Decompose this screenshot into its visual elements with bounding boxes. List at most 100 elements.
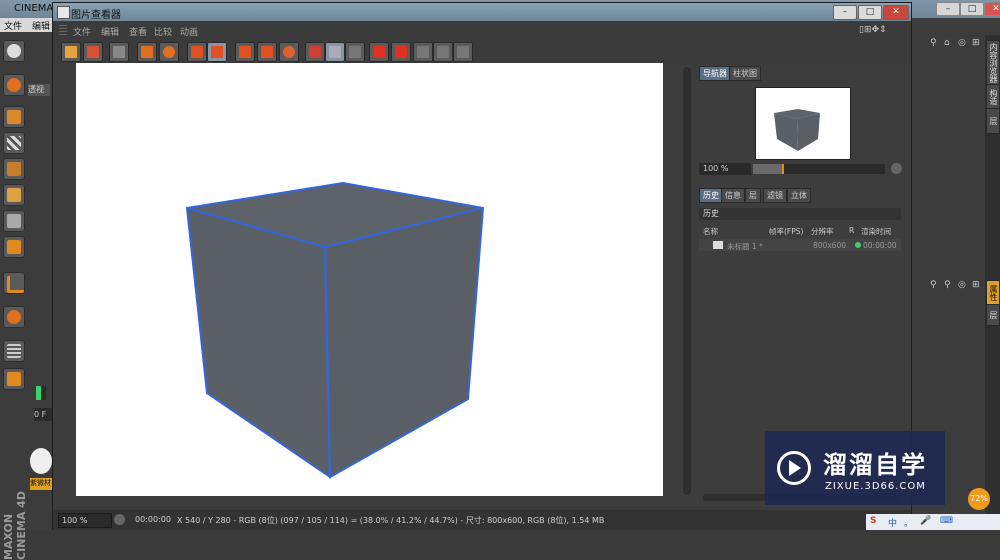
maximize-icon[interactable]: □: [960, 2, 984, 16]
frame-field[interactable]: 0 F: [34, 408, 52, 421]
rendered-cube-image: [185, 181, 485, 479]
magnet-icon[interactable]: [3, 306, 25, 328]
zoom-slider-fill: [753, 164, 783, 174]
maxon-logo: MAXON CINEMA 4D: [2, 491, 28, 560]
menu-compare[interactable]: 比较: [154, 25, 172, 38]
menu-view[interactable]: 查看: [129, 25, 147, 38]
col-fps[interactable]: 帧率(FPS): [769, 226, 803, 237]
navigator-thumbnail[interactable]: [755, 87, 851, 160]
history-header: 历史: [699, 208, 901, 220]
set-a-icon[interactable]: [369, 42, 389, 62]
layout-icon[interactable]: ▯⊞✥⇕: [859, 25, 887, 35]
render-user-icon[interactable]: [159, 42, 179, 62]
tab-layer[interactable]: 层: [986, 108, 1000, 134]
menu-edit[interactable]: 编辑: [101, 25, 119, 38]
viewport-label: 透视: [28, 84, 50, 96]
texture-icon[interactable]: [3, 158, 25, 180]
add-icon[interactable]: ⊞: [972, 280, 980, 290]
render-all-icon[interactable]: [279, 42, 299, 62]
navigator-zoom-field[interactable]: 100 %: [699, 163, 751, 175]
compare-right-icon[interactable]: [453, 42, 473, 62]
ime-lang[interactable]: 中: [888, 516, 897, 529]
keyboard-icon[interactable]: ⌨: [940, 516, 953, 526]
edge-mode-icon[interactable]: [3, 210, 25, 232]
paste-icon[interactable]: [207, 42, 227, 62]
open-icon[interactable]: [61, 42, 81, 62]
workplane-icon[interactable]: [3, 368, 25, 390]
tab-info[interactable]: 信息: [721, 188, 745, 203]
tab-navigator[interactable]: 导航器: [699, 66, 731, 81]
zoom-slider-knob[interactable]: [782, 164, 785, 174]
status-time: 00:00:00: [135, 515, 171, 524]
render-region-icon[interactable]: [137, 42, 157, 62]
zoom-icon[interactable]: ⚲: [944, 280, 951, 290]
split-icon[interactable]: [325, 42, 345, 62]
status-zoom-field[interactable]: 100 %: [58, 513, 112, 528]
menu-file[interactable]: 文件: [4, 19, 22, 32]
close-icon[interactable]: ✕: [883, 5, 909, 20]
minimize-icon[interactable]: –: [936, 2, 960, 16]
ime-icon[interactable]: S: [870, 516, 876, 526]
tab-filter[interactable]: 滤镜: [763, 188, 787, 203]
tab-content-browser[interactable]: 内容浏览器: [986, 40, 1000, 86]
play-icon[interactable]: [891, 163, 902, 174]
minimize-icon[interactable]: –: [833, 5, 857, 20]
save-icon[interactable]: [83, 42, 103, 62]
viewer-title-bar: 图片查看器 – □ ✕: [53, 3, 911, 21]
grid-icon[interactable]: [109, 42, 129, 62]
tab-attributes[interactable]: 属性: [986, 280, 1000, 306]
target-icon[interactable]: ◎: [958, 38, 966, 48]
cube-left-face: [185, 206, 332, 479]
compare-left-icon[interactable]: [413, 42, 433, 62]
mic-icon[interactable]: 🎤: [920, 516, 931, 526]
render-canvas[interactable]: [76, 63, 663, 496]
menu-edit[interactable]: 编辑: [32, 19, 50, 32]
vertical-scrollbar[interactable]: [683, 67, 691, 495]
search-icon[interactable]: ⚲: [930, 38, 937, 48]
watermark-title: 溜溜自学: [823, 451, 927, 479]
ime-punct[interactable]: 。: [904, 516, 913, 529]
swap-icon[interactable]: [345, 42, 365, 62]
status-bar: 100 % 00:00:00 X 540 / Y 280 - RGB (8位) …: [53, 510, 911, 530]
play-logo-icon: [777, 451, 811, 485]
play-icon[interactable]: [114, 514, 125, 525]
checker-icon[interactable]: [3, 132, 25, 154]
row-resolution: 800x600: [813, 241, 847, 250]
col-name[interactable]: 名称: [703, 226, 718, 237]
maximize-icon[interactable]: □: [858, 5, 882, 20]
compare-mid-icon[interactable]: [433, 42, 453, 62]
target-icon[interactable]: ◎: [958, 280, 966, 290]
right-toolbar-2: ⚲ ⚲ ◎ ⊞: [930, 280, 990, 294]
history-row[interactable]: 未标题 1 * 800x600 00:00:00: [699, 239, 901, 251]
material-preview[interactable]: [30, 448, 52, 474]
tab-layers[interactable]: 层: [745, 188, 761, 203]
app-menu-bar: 文件 编辑: [0, 18, 60, 32]
tab-histogram[interactable]: 柱状图: [729, 66, 761, 81]
search-icon[interactable]: ⚲: [930, 280, 937, 290]
navigator-zoom-slider[interactable]: [753, 164, 885, 174]
render-to-viewer-icon[interactable]: [235, 42, 255, 62]
home-icon[interactable]: ⌂: [944, 38, 950, 48]
globe-icon[interactable]: [3, 74, 25, 96]
set-b-icon[interactable]: [391, 42, 411, 62]
axis-icon[interactable]: [3, 272, 25, 294]
polygon-mode-icon[interactable]: [3, 236, 25, 258]
undo-icon[interactable]: [3, 40, 25, 62]
col-r[interactable]: R: [849, 226, 854, 235]
close-icon[interactable]: ✕: [984, 2, 1000, 16]
tab-structure[interactable]: 构造: [986, 84, 1000, 110]
menu-file[interactable]: 文件: [73, 25, 91, 38]
render-region-viewer-icon[interactable]: [257, 42, 277, 62]
point-mode-icon[interactable]: [3, 184, 25, 206]
col-render-time[interactable]: 渲染时间: [861, 226, 891, 237]
tab-history[interactable]: 历史: [699, 188, 723, 203]
add-icon[interactable]: ⊞: [972, 38, 980, 48]
compare-ab-icon[interactable]: [305, 42, 325, 62]
col-resolution[interactable]: 分辨率: [811, 226, 834, 237]
tab-stereo[interactable]: 立体: [787, 188, 811, 203]
grid-lock-icon[interactable]: [3, 340, 25, 362]
copy-icon[interactable]: [187, 42, 207, 62]
tab-layer-2[interactable]: 层: [986, 304, 1000, 326]
cube-icon[interactable]: [3, 106, 25, 128]
menu-animation[interactable]: 动画: [180, 25, 198, 38]
